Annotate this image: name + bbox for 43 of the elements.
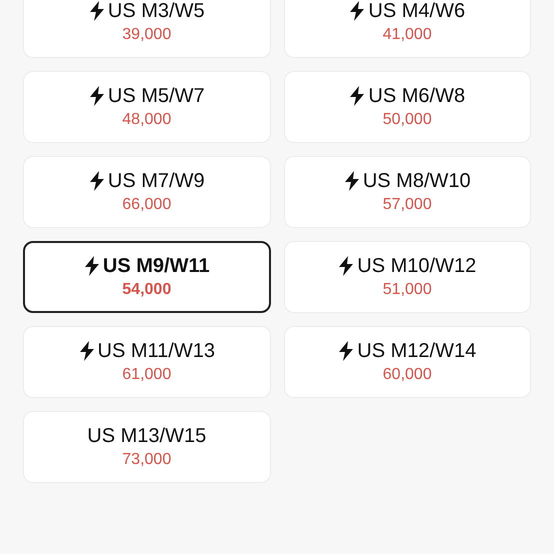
size-option[interactable]: US M6/W8 50,000 (284, 71, 531, 143)
price: 48,000 (122, 110, 172, 130)
lightning-icon (338, 341, 354, 361)
price: 51,000 (382, 280, 432, 300)
price: 73,000 (122, 450, 172, 470)
price: 50,000 (382, 110, 432, 130)
size-option[interactable]: US M8/W10 57,000 (284, 156, 531, 228)
size-option[interactable]: US M3/W5 39,000 (23, 0, 270, 58)
size-option[interactable]: US M7/W9 66,000 (23, 156, 270, 228)
price: 41,000 (382, 25, 432, 45)
size-label: US M8/W10 (362, 169, 471, 193)
size-option[interactable]: US M5/W7 48,000 (23, 71, 270, 143)
size-option[interactable]: US M13/W15 73,000 (23, 411, 270, 483)
size-label: US M3/W5 (108, 0, 205, 23)
lightning-icon (344, 171, 360, 191)
size-option[interactable]: US M4/W6 41,000 (284, 0, 531, 58)
lightning-icon (349, 1, 366, 21)
price: 57,000 (382, 195, 432, 215)
size-label: US M5/W7 (108, 84, 205, 108)
price: 39,000 (122, 25, 172, 45)
size-option[interactable]: US M10/W12 51,000 (284, 241, 531, 313)
size-option[interactable]: US M9/W11 54,000 (23, 241, 270, 313)
size-option[interactable]: US M11/W13 61,000 (23, 326, 270, 398)
lightning-icon (88, 1, 105, 21)
price: 61,000 (122, 365, 172, 385)
price: 60,000 (382, 365, 432, 385)
lightning-icon (88, 86, 105, 106)
lightning-icon (78, 341, 95, 361)
size-label: US M4/W6 (368, 0, 466, 23)
size-label: US M7/W9 (108, 169, 205, 193)
price: 66,000 (122, 195, 172, 215)
size-label: US M13/W15 (87, 424, 206, 448)
size-label: US M12/W14 (357, 339, 476, 363)
size-label: US M6/W8 (368, 84, 466, 108)
lightning-icon (84, 256, 100, 276)
size-label: US M9/W11 (102, 254, 210, 278)
lightning-icon (349, 86, 366, 106)
lightning-icon (88, 171, 105, 191)
lightning-icon (338, 256, 354, 276)
size-label: US M11/W13 (98, 339, 215, 363)
size-option[interactable]: US M12/W14 60,000 (284, 326, 531, 398)
size-label: US M10/W12 (357, 254, 476, 278)
price: 54,000 (122, 280, 172, 300)
